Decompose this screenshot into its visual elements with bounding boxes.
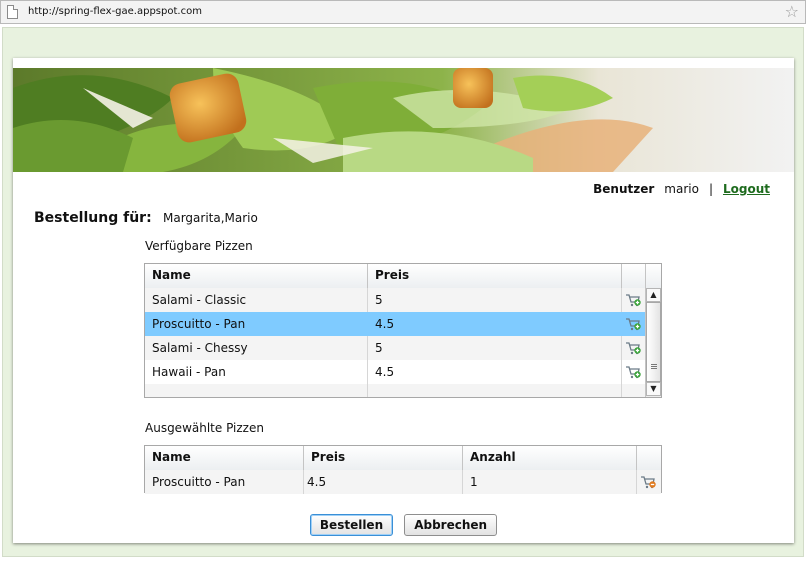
- column-header-quantity[interactable]: Anzahl: [463, 446, 637, 470]
- browser-address-bar[interactable]: http://spring-flex-gae.appspot.com ☆: [0, 0, 806, 24]
- column-header-action: [637, 446, 661, 470]
- logout-link[interactable]: Logout: [723, 182, 770, 196]
- column-header-name[interactable]: Name: [145, 446, 304, 470]
- cell-name: Proscuitto - Pan: [145, 312, 368, 336]
- available-pizzas-grid[interactable]: Name Preis Salami - Classic 5 Proscuitto…: [144, 263, 662, 398]
- table-row[interactable]: Hawaii - Pan 4.5: [145, 360, 645, 384]
- add-to-cart-icon[interactable]: [625, 365, 641, 379]
- add-to-cart-icon[interactable]: [625, 293, 641, 307]
- selected-pizzas-grid[interactable]: Name Preis Anzahl Proscuitto - Pan 4.5 1: [144, 445, 662, 494]
- order-customer-name: Margarita,Mario: [163, 211, 258, 225]
- cell-name: Hawaii - Pan: [145, 360, 368, 384]
- grid-header: Name Preis: [145, 264, 661, 289]
- page-icon: [7, 5, 18, 19]
- scroll-up-arrow-icon[interactable]: ▲: [646, 288, 661, 302]
- table-row[interactable]: Salami - Classic 5: [145, 288, 645, 312]
- cell-price: 5: [368, 288, 622, 312]
- order-for-label: Bestellung für:: [34, 210, 152, 226]
- user-label: Benutzer: [593, 182, 655, 196]
- remove-from-cart-icon[interactable]: [640, 475, 656, 489]
- cell-price: 4.5: [304, 470, 463, 494]
- user-info-bar: Benutzer mario | Logout: [593, 182, 770, 196]
- bookmark-star-icon[interactable]: ☆: [785, 2, 799, 21]
- banner-image: [13, 68, 794, 172]
- cell-price: 4.5: [368, 312, 622, 336]
- scrollbar-thumb[interactable]: [646, 302, 661, 382]
- action-buttons: Bestellen Abbrechen: [13, 514, 794, 536]
- scroll-down-arrow-icon[interactable]: ▼: [646, 382, 661, 396]
- cell-name: Salami - Chessy: [145, 336, 368, 360]
- selected-pizzas-title: Ausgewählte Pizzen: [145, 421, 264, 435]
- add-to-cart-icon[interactable]: [625, 341, 641, 355]
- table-row-selected[interactable]: Proscuitto - Pan 4.5: [145, 312, 645, 336]
- table-row[interactable]: Proscuitto - Pan 4.5 1: [145, 470, 661, 494]
- table-row-empty: [145, 384, 645, 397]
- column-header-price[interactable]: Preis: [304, 446, 463, 470]
- vertical-scrollbar[interactable]: ▲ ▼: [645, 288, 661, 397]
- separator: |: [708, 182, 713, 196]
- column-header-name[interactable]: Name: [145, 264, 368, 288]
- table-row[interactable]: Salami - Chessy 5: [145, 336, 645, 360]
- username: mario: [664, 182, 699, 196]
- cell-name: Salami - Classic: [145, 288, 368, 312]
- available-pizzas-title: Verfügbare Pizzen: [145, 239, 253, 253]
- column-header-action: [622, 264, 646, 288]
- add-to-cart-icon[interactable]: [625, 317, 641, 331]
- cell-price: 4.5: [368, 360, 622, 384]
- url-text[interactable]: http://spring-flex-gae.appspot.com: [28, 6, 202, 17]
- order-button[interactable]: Bestellen: [309, 514, 394, 536]
- main-panel: Benutzer mario | Logout Bestellung für: Mar…: [13, 58, 794, 543]
- cell-name: Proscuitto - Pan: [145, 470, 304, 494]
- cancel-button[interactable]: Abbrechen: [404, 514, 498, 536]
- grid-header: Name Preis Anzahl: [145, 446, 661, 471]
- cell-price: 5: [368, 336, 622, 360]
- cell-quantity: 1: [463, 470, 637, 494]
- column-header-price[interactable]: Preis: [368, 264, 622, 288]
